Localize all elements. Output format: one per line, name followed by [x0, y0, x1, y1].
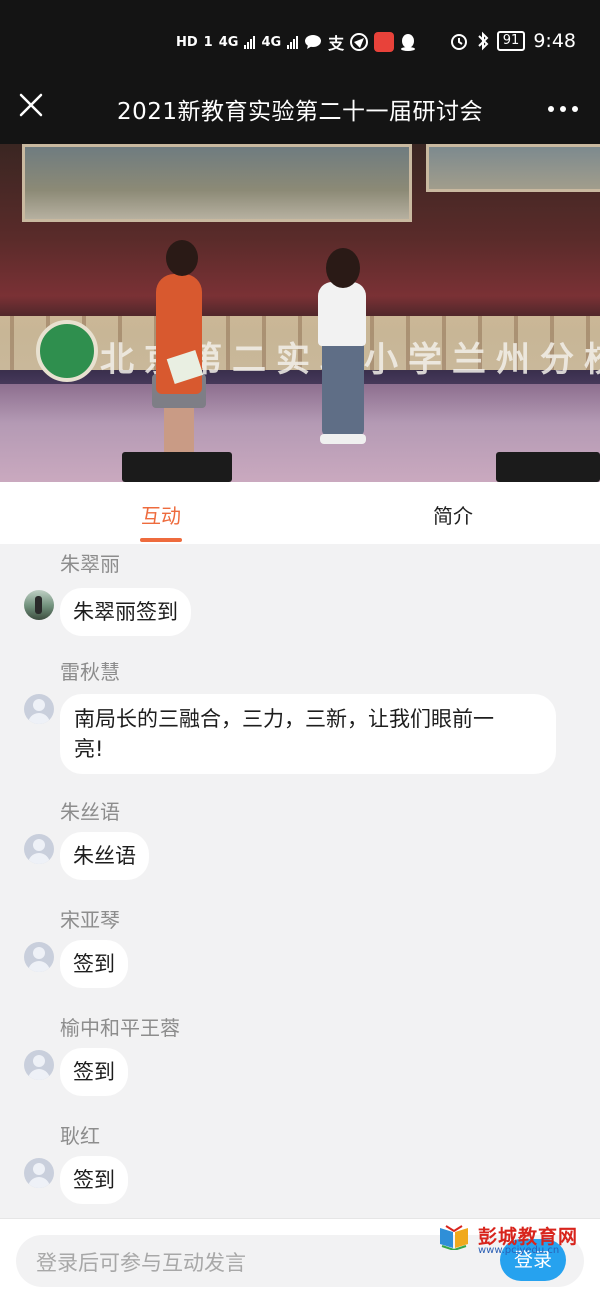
qq-icon — [401, 34, 416, 51]
performer-2-shoes — [320, 434, 366, 444]
message-bubble: 朱翠丽签到 — [60, 588, 191, 636]
watermark: 彭城教育网 www.pcjyedu.cn — [438, 1222, 588, 1256]
message-list[interactable]: 朱翠丽 朱翠丽签到 雷秋慧 南局长的三融合，三力，三新，让我们眼前一 亮! 朱丝… — [0, 544, 600, 1218]
school-logo — [36, 320, 98, 382]
book-logo-icon — [440, 1225, 468, 1250]
video-player[interactable]: 北京第二实验小学兰州分校 — [0, 144, 600, 482]
performer-1-legs — [164, 406, 194, 452]
signal-icon — [244, 35, 256, 49]
alipay-icon: 支 — [328, 34, 345, 53]
sim-label: 1 — [203, 34, 213, 50]
status-right: 91 9:48 — [449, 30, 576, 52]
message-bubble: 南局长的三融合，三力，三新，让我们眼前一 亮! — [60, 694, 556, 774]
list-item: 宋亚琴 签到 — [0, 904, 600, 994]
battery-icon: 91 — [496, 31, 526, 51]
signal-icon-2 — [287, 35, 299, 49]
tab-active-indicator — [140, 538, 182, 542]
more-icon[interactable] — [548, 106, 578, 112]
clock: 9:48 — [533, 30, 576, 52]
message-author: 雷秋慧 — [60, 660, 120, 684]
message-bubble: 签到 — [60, 1048, 128, 1096]
avatar[interactable] — [24, 590, 54, 620]
performer-1-head — [166, 240, 198, 276]
avatar[interactable] — [24, 834, 54, 864]
tab-bar: 互动 简介 — [0, 482, 600, 544]
network-label-2: 4G — [261, 34, 282, 50]
message-bubble: 签到 — [60, 1156, 128, 1204]
message-bubble: 朱丝语 — [60, 832, 149, 880]
avatar[interactable] — [24, 1050, 54, 1080]
message-bubble: 签到 — [60, 940, 128, 988]
avatar[interactable] — [24, 942, 54, 972]
list-item: 榆中和平王蓉 签到 — [0, 1012, 600, 1102]
message-line: 南局长的三融合，三力，三新，让我们眼前一 — [74, 707, 494, 731]
status-icons: HD 1 4G 4G 支 — [176, 30, 416, 54]
tab-interaction[interactable]: 互动 — [101, 500, 221, 529]
list-item: 雷秋慧 南局长的三融合，三力，三新，让我们眼前一 亮! — [0, 656, 600, 786]
alarm-icon — [450, 34, 467, 50]
performer-2-shirt — [318, 282, 366, 346]
list-item: 朱翠丽 朱翠丽签到 — [0, 548, 600, 638]
avatar[interactable] — [24, 694, 54, 724]
message-author: 耿红 — [60, 1124, 100, 1148]
list-item: 耿红 签到 — [0, 1120, 600, 1210]
stage-screen-left — [22, 144, 412, 222]
watermark-url: www.pcjyedu.cn — [478, 1245, 560, 1256]
title-bar: 2021新教育实验第二十一届研讨会 — [0, 72, 600, 144]
message-author: 朱丝语 — [60, 800, 120, 824]
chat-bubble-icon — [305, 35, 322, 49]
comment-placeholder: 登录后可参与互动发言 — [36, 1251, 246, 1275]
hd-label: HD — [176, 34, 198, 50]
list-item: 朱丝语 朱丝语 — [0, 796, 600, 886]
stage-screen-right — [426, 144, 600, 192]
app-notification-icon — [374, 32, 395, 52]
page-title: 2021新教育实验第二十一届研讨会 — [116, 99, 484, 125]
bluetooth-icon — [478, 31, 489, 51]
tab-intro[interactable]: 简介 — [393, 500, 513, 529]
avatar[interactable] — [24, 1158, 54, 1188]
browser-icon — [350, 33, 369, 51]
message-line: 亮! — [74, 737, 104, 761]
stage-speaker-left — [122, 452, 232, 482]
stage-speaker-right — [496, 452, 600, 482]
performer-2-head — [326, 248, 360, 288]
network-label-1: 4G — [218, 34, 239, 50]
message-author: 宋亚琴 — [60, 908, 120, 932]
message-author: 朱翠丽 — [60, 552, 120, 576]
message-author: 榆中和平王蓉 — [60, 1016, 180, 1040]
